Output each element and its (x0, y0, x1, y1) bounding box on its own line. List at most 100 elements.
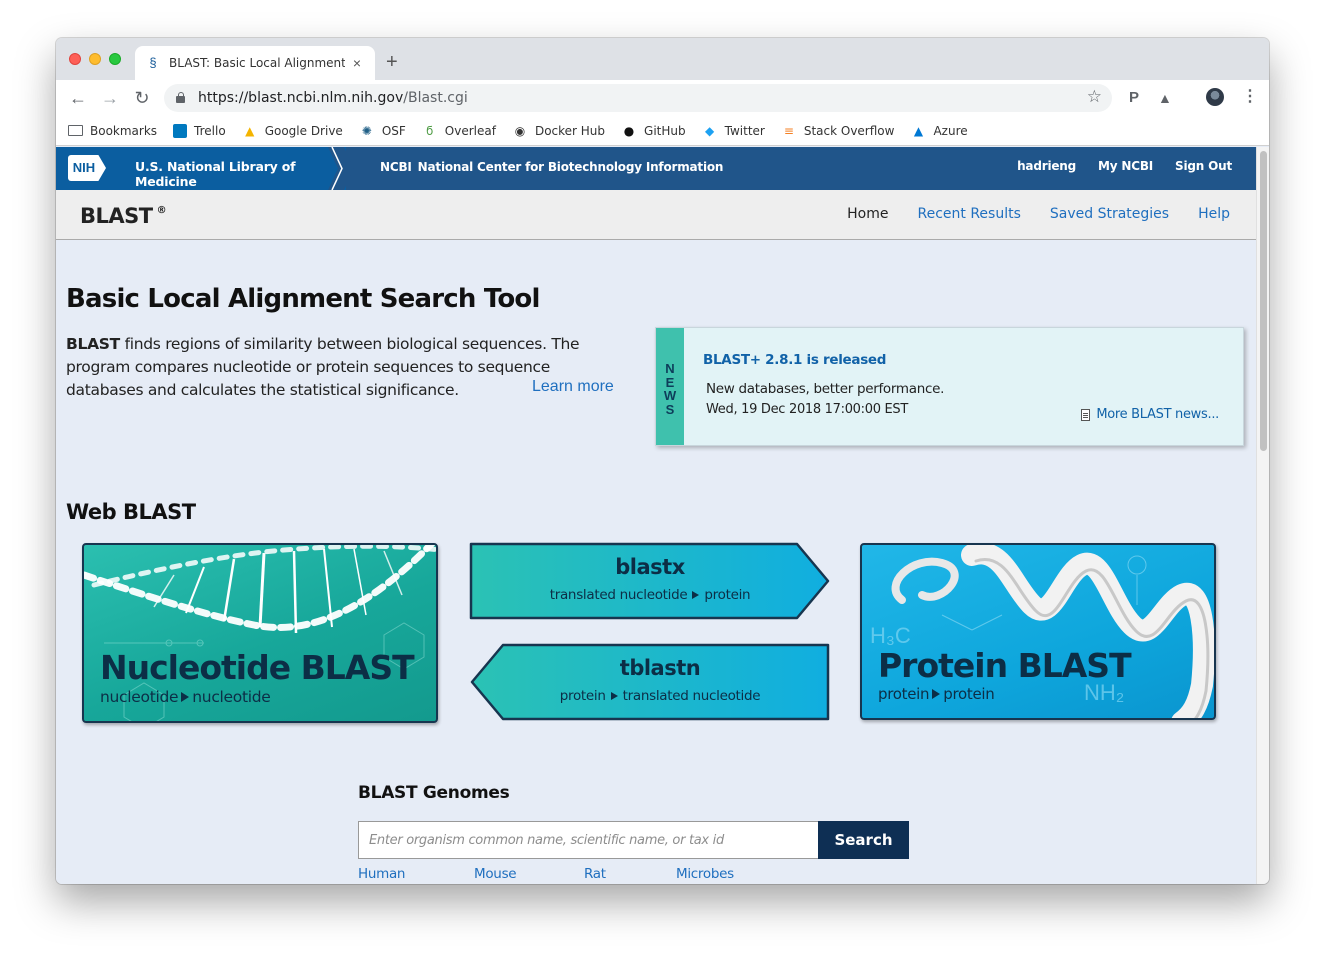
ncbi-full-name: National Center for Biotechnology Inform… (417, 160, 724, 174)
tblastn-card[interactable]: tblastn protein translated nucleotide (469, 643, 831, 721)
nih-logo[interactable]: NIH (68, 155, 106, 181)
minimize-window-button[interactable] (89, 53, 101, 65)
dna-favicon-icon: § (149, 55, 157, 70)
drive-extension-icon[interactable]: ▲ (1158, 88, 1172, 108)
protein-from: protein (878, 685, 930, 703)
tblastn-subtitle: protein translated nucleotide (469, 688, 831, 704)
nav-home[interactable]: Home (847, 206, 888, 222)
blast-genomes-heading: BLAST Genomes (358, 783, 510, 803)
genome-search-input[interactable] (369, 822, 808, 858)
sign-out-link[interactable]: Sign Out (1175, 159, 1232, 173)
new-tab-button[interactable]: + (386, 52, 398, 72)
forward-arrow-icon[interactable]: → (100, 88, 120, 108)
browser-menu-icon[interactable]: ⋮ (1242, 87, 1258, 107)
genome-link-human[interactable]: Human (358, 866, 405, 882)
intro-lead: BLAST (66, 335, 120, 353)
blast-brand-link[interactable]: BLAST ® (80, 204, 167, 228)
genome-link-microbes[interactable]: Microbes (676, 866, 734, 882)
bookmark-osf[interactable]: ✺ OSF (359, 124, 406, 138)
maximize-window-button[interactable] (109, 53, 121, 65)
blastx-title: blastx (615, 555, 685, 579)
window-controls (69, 53, 121, 65)
nucleotide-from: nucleotide (100, 688, 179, 706)
profile-avatar[interactable] (1206, 88, 1224, 106)
news-letter: S (665, 401, 675, 417)
genome-search-field[interactable] (358, 821, 818, 859)
reload-icon[interactable]: ↻ (132, 88, 152, 108)
url-text: https://blast.ncbi.nlm.nih.gov/Blast.cgi (198, 90, 468, 106)
bookmark-overleaf[interactable]: ϭ Overleaf (422, 124, 496, 138)
more-news-link[interactable]: More BLAST news... (1081, 407, 1219, 422)
close-window-button[interactable] (69, 53, 81, 65)
tab-blast[interactable]: § BLAST: Basic Local Alignment × (135, 46, 375, 80)
news-letter: E (665, 374, 675, 390)
bookmark-google-drive[interactable]: ▲ Google Drive (242, 124, 343, 138)
genome-search-button[interactable]: Search (818, 821, 909, 859)
tab-strip: § BLAST: Basic Local Alignment × + (56, 38, 1269, 80)
trello-icon (173, 123, 188, 138)
username-link[interactable]: hadrieng (1017, 159, 1076, 173)
ncbi-link[interactable]: NCBI National Center for Biotechnology In… (380, 160, 723, 174)
blastx-from: translated nucleotide (549, 587, 688, 603)
nlm-section: NIH U.S. National Library of Medicine (56, 147, 346, 190)
github-icon: ● (623, 123, 635, 138)
user-links: hadrieng My NCBI Sign Out (1017, 159, 1232, 173)
news-date: Wed, 19 Dec 2018 17:00:00 EST (706, 402, 909, 417)
bookmark-label: Twitter (724, 123, 765, 138)
registered-mark: ® (156, 205, 167, 216)
bookmarks-bar: Bookmarks Trello ▲ Google Drive ✺ OSF ϭ Ove… (56, 116, 1269, 146)
svg-text:H₃C: H₃C (870, 623, 911, 648)
bookmark-docker-hub[interactable]: ◉ Docker Hub (512, 124, 605, 138)
bookmark-label: Stack Overflow (803, 123, 895, 138)
scrollbar-thumb[interactable] (1260, 151, 1267, 451)
address-bar[interactable]: https://blast.ncbi.nlm.nih.gov/Blast.cgi… (164, 84, 1112, 112)
lock-icon (176, 92, 185, 103)
blast-header: BLAST ® Home Recent Results Saved Strateg… (56, 190, 1256, 240)
right-arrow-shape-icon (469, 542, 830, 620)
play-arrow-icon (932, 689, 941, 699)
browser-window: § BLAST: Basic Local Alignment × + ← → ↻… (56, 38, 1269, 884)
bookmark-label: Google Drive (264, 123, 343, 138)
bookmark-github[interactable]: ● GitHub (621, 124, 686, 138)
bookmark-bookmarks[interactable]: Bookmarks (68, 124, 157, 138)
bookmark-label: Overleaf (444, 123, 496, 138)
bookmark-twitter[interactable]: ◆ Twitter (702, 124, 765, 138)
tab-close-icon[interactable]: × (349, 55, 365, 71)
back-arrow-icon[interactable]: ← (68, 88, 88, 108)
intro-body: finds regions of similarity between biol… (66, 335, 580, 399)
url-path: /Blast.cgi (403, 90, 468, 106)
nav-recent-results[interactable]: Recent Results (917, 206, 1020, 222)
google-drive-icon: ▲ (245, 123, 255, 138)
folder-icon (68, 125, 83, 136)
nav-help[interactable]: Help (1198, 206, 1230, 222)
my-ncbi-link[interactable]: My NCBI (1098, 159, 1153, 173)
bookmark-stack-overflow[interactable]: ≡ Stack Overflow (781, 124, 895, 138)
bookmark-label: Trello (194, 123, 226, 138)
page-scrollbar[interactable] (1256, 147, 1269, 884)
learn-more-link[interactable]: Learn more (532, 378, 614, 396)
blast-brand-text: BLAST (80, 204, 153, 228)
tab-title: BLAST: Basic Local Alignment (169, 56, 345, 70)
genome-link-mouse[interactable]: Mouse (474, 866, 517, 882)
bookmark-star-icon[interactable]: ☆ (1087, 87, 1102, 107)
news-letter: N (665, 361, 675, 376)
tblastn-title: tblastn (619, 656, 701, 680)
blastx-card[interactable]: blastx translated nucleotide protein (469, 542, 831, 620)
nucleotide-blast-card[interactable]: Nucleotide BLAST nucleotide nucleotide (82, 543, 438, 723)
news-headline-link[interactable]: BLAST+ 2.8.1 is released (703, 352, 886, 368)
breadcrumb-chevron-icon (328, 147, 354, 190)
bookmark-trello[interactable]: Trello (173, 123, 226, 138)
protein-blast-title: Protein BLAST (878, 646, 1132, 685)
bookmark-label: OSF (381, 123, 406, 138)
web-blast-heading: Web BLAST (66, 500, 196, 524)
genome-link-rat[interactable]: Rat (584, 866, 606, 882)
osf-icon: ✺ (361, 123, 372, 138)
paypal-extension-icon[interactable]: P (1129, 88, 1139, 108)
news-box: N E W S BLAST+ 2.8.1 is released New dat… (655, 327, 1244, 446)
news-summary: New databases, better performance. (706, 381, 945, 397)
protein-blast-card[interactable]: H₃C NH₂ Protein BLAST protein protein (860, 543, 1216, 720)
bookmark-azure[interactable]: ▲ Azure (910, 124, 968, 138)
nlm-link[interactable]: U.S. National Library of Medicine (135, 159, 346, 189)
play-arrow-icon (692, 591, 700, 599)
nav-saved-strategies[interactable]: Saved Strategies (1050, 206, 1169, 222)
